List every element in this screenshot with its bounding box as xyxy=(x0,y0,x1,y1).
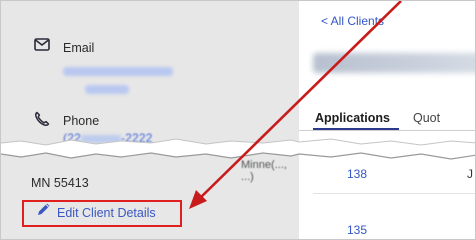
phone-icon xyxy=(34,111,50,132)
screenshot-frame: Email Phone (22 -2222 Minne(..., ...) MN … xyxy=(0,0,476,240)
contact-panel: Email Phone (22 -2222 Minne(..., ...) MN … xyxy=(1,1,299,239)
tab-divider xyxy=(299,130,475,131)
edit-client-details-link[interactable]: Edit Client Details xyxy=(57,206,156,220)
envelope-icon xyxy=(34,38,50,56)
table-row[interactable]: 135 xyxy=(347,223,367,237)
tab-applications[interactable]: Applications xyxy=(315,111,390,125)
phone-label: Phone xyxy=(63,114,100,128)
address-zip: MN 55413 xyxy=(31,176,89,190)
client-detail-panel: < All Clients Applications Quot 138 135 … xyxy=(299,1,475,239)
pencil-icon[interactable] xyxy=(36,201,52,222)
tab-quotes[interactable]: Quot xyxy=(413,111,440,125)
email-label: Email xyxy=(63,41,95,55)
row-separator xyxy=(313,193,475,194)
table-row[interactable]: 138 xyxy=(347,167,367,181)
torn-edge xyxy=(1,138,475,160)
email-value-redacted-line2 xyxy=(85,85,129,94)
client-name-redacted xyxy=(313,53,475,73)
email-value-redacted xyxy=(63,67,173,76)
all-clients-link[interactable]: < All Clients xyxy=(321,14,384,28)
truncated-cell: J xyxy=(467,167,473,181)
